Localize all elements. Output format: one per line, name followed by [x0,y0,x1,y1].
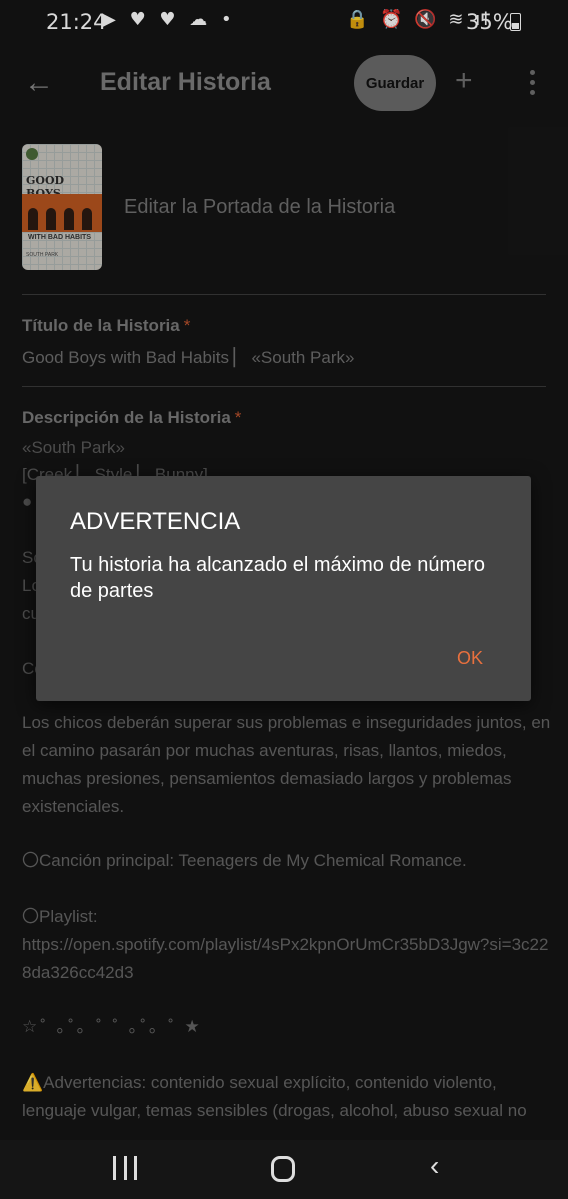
recent-apps-icon[interactable] [113,1156,137,1180]
home-icon[interactable] [271,1156,295,1182]
nav-back-icon[interactable]: ‹ [430,1150,439,1182]
dialog-message: Tu historia ha alcanzado el máximo de nú… [70,554,486,602]
system-nav-bar: ‹ [0,1140,568,1199]
ok-button[interactable]: OK [457,648,483,669]
warning-dialog: ADVERTENCIA Tu historia ha alcanzado el … [36,476,531,701]
dialog-title: ADVERTENCIA [70,508,241,535]
